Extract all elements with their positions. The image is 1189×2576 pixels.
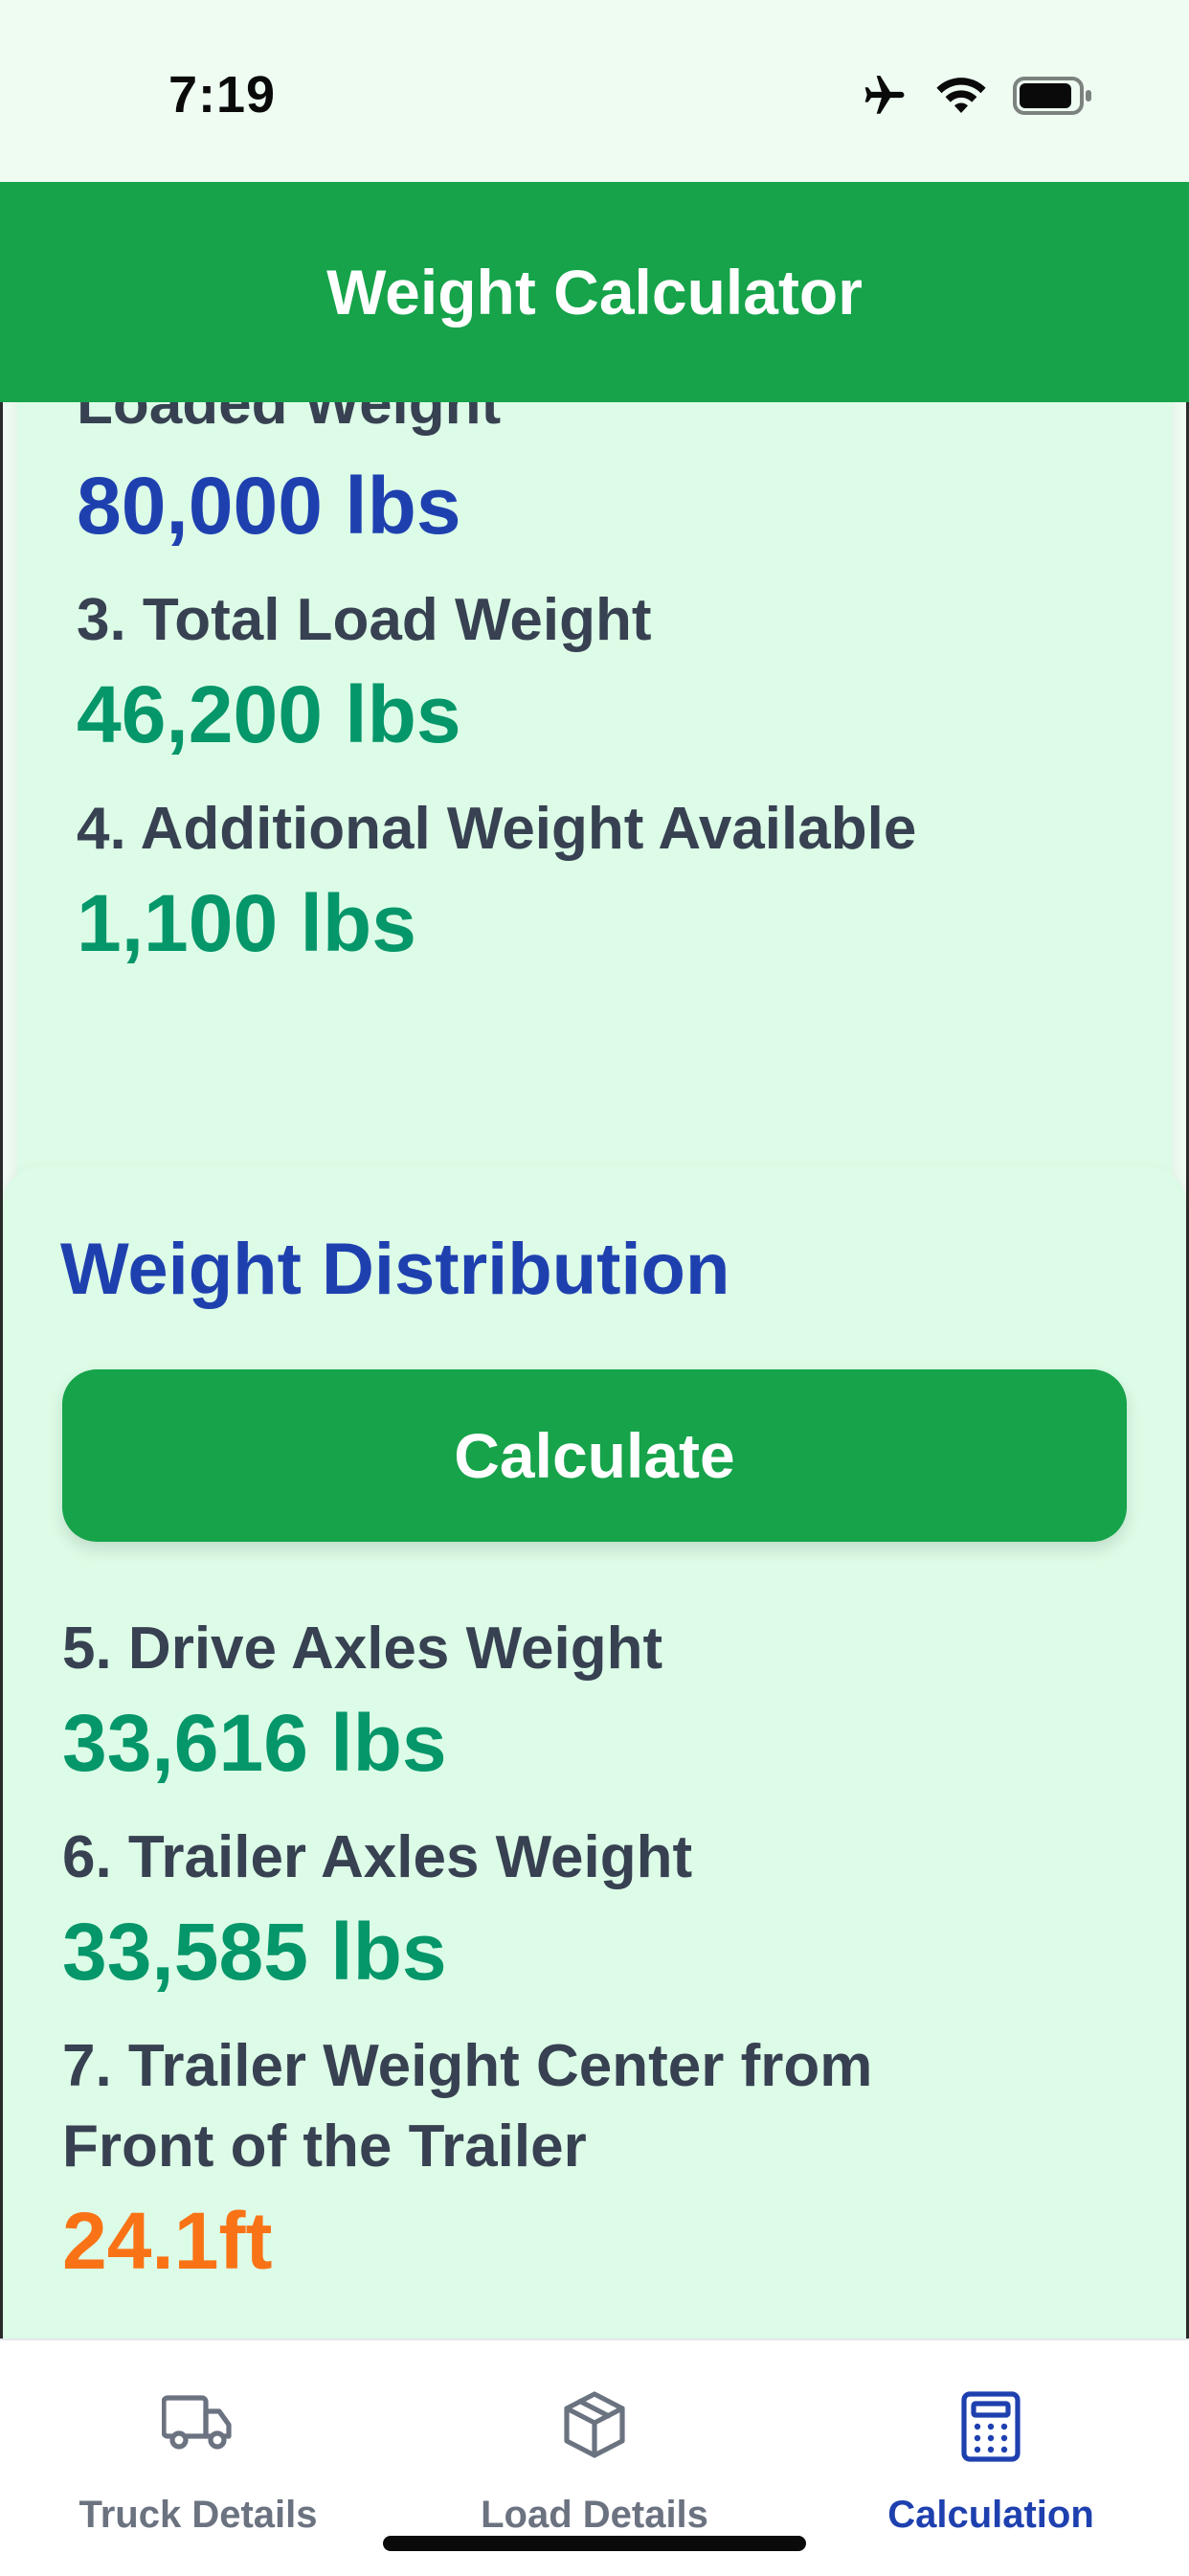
weight-center-label-line2: Front of the Trailer xyxy=(62,2113,587,2180)
tab-truck-details-label: Truck Details xyxy=(79,2494,318,2536)
additional-weight-value: 1,100 lbs xyxy=(77,878,416,968)
airplane-icon xyxy=(864,76,905,114)
status-bar: 7:19 xyxy=(0,0,1189,182)
tab-calculation-label: Calculation xyxy=(887,2494,1094,2536)
additional-weight-label: 4. Additional Weight Available xyxy=(77,796,917,862)
calculator-icon xyxy=(961,2391,1021,2462)
calculate-button[interactable]: Calculate xyxy=(62,1369,1127,1542)
total-load-weight-label: 3. Total Load Weight xyxy=(77,587,652,653)
trailer-axles-value: 33,585 lbs xyxy=(62,1907,447,1997)
page-title: Weight Calculator xyxy=(326,257,863,328)
status-icons xyxy=(858,67,1093,124)
truck-icon xyxy=(162,2395,232,2450)
app-header: Weight Calculator xyxy=(0,182,1189,402)
tab-calculation[interactable]: Calculation xyxy=(793,2340,1189,2576)
weight-center-label-line1: 7. Trailer Weight Center from xyxy=(62,2033,873,2099)
scroll-content[interactable]: Loaded Weight 80,000 lbs 3. Total Load W… xyxy=(0,402,1189,2339)
box-icon xyxy=(564,2391,625,2458)
wifi-icon xyxy=(936,78,986,113)
drive-axles-label: 5. Drive Axles Weight xyxy=(62,1616,663,1682)
section-title-distribution: Weight Distribution xyxy=(60,1229,730,1310)
trailer-axles-label: 6. Trailer Axles Weight xyxy=(62,1824,693,1890)
weight-center-value: 24.1ft xyxy=(62,2196,273,2286)
drive-axles-value: 33,616 lbs xyxy=(62,1698,447,1788)
tab-load-details-label: Load Details xyxy=(481,2494,708,2536)
home-indicator xyxy=(383,2536,806,2551)
loaded-weight-value: 80,000 lbs xyxy=(77,461,461,551)
battery-icon xyxy=(1013,77,1091,115)
loaded-weight-label: Loaded Weight xyxy=(77,402,502,437)
status-time: 7:19 xyxy=(168,66,277,124)
tab-truck-details[interactable]: Truck Details xyxy=(0,2340,396,2576)
total-load-weight-value: 46,200 lbs xyxy=(77,669,461,759)
